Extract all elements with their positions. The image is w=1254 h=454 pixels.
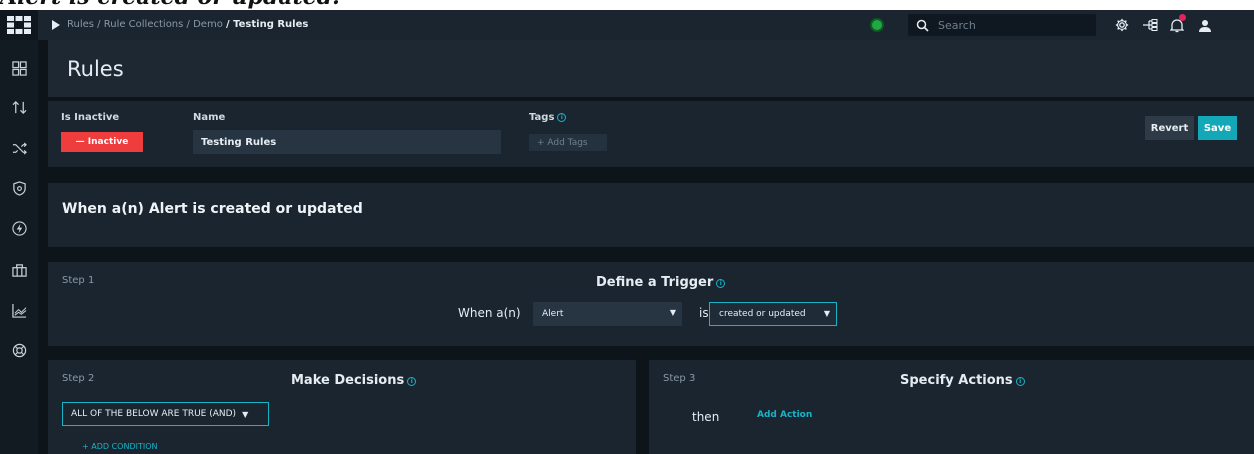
step3-label: Step 3 [663,373,696,384]
module-select[interactable]: Alert ▼ [533,302,682,326]
search-icon [916,17,929,36]
tags-label: Tags [529,112,555,123]
lifebuoy-icon[interactable] [11,342,27,358]
breadcrumb-demo[interactable]: Demo [193,19,223,30]
condition-logic-select[interactable]: ALL OF THE BELOW ARE TRUE (AND) ▼ [62,402,269,426]
trigger-summary-heading: When a(n) Alert is created or updated [62,201,363,217]
name-label: Name [193,112,226,123]
breadcrumb: Rules / Rule Collections / Demo / Testin… [67,19,309,30]
lightning-icon[interactable] [11,220,27,236]
specify-actions-heading-wrap: Specify Actions i [900,373,1025,388]
bell-icon[interactable] [1169,14,1186,33]
add-action-link[interactable]: Add Action [757,410,812,420]
fortinet-logo-icon [7,16,31,34]
sidebar-toggle-caret-icon[interactable] [48,17,64,33]
breadcrumb-rule-collections[interactable]: Rule Collections [104,19,184,30]
condition-logic-value: ALL OF THE BELOW ARE TRUE (AND) [71,409,237,419]
event-select[interactable]: created or updated ▼ [709,302,837,326]
save-button[interactable]: Save [1198,116,1237,140]
breadcrumb-current: Testing Rules [233,19,309,30]
search-box [908,14,1096,36]
rule-meta-panel: Is Inactive — Inactive Name Tagsi Revert… [48,101,1254,167]
user-icon[interactable] [1197,17,1213,33]
step3-actions-panel: Step 3 Specify Actions i then Add Action [649,360,1254,454]
chevron-down-icon: ▼ [242,409,249,419]
search-input[interactable] [938,17,1088,33]
briefcase-icon[interactable] [11,262,27,278]
info-icon[interactable]: i [407,377,417,386]
then-label: then [692,410,720,424]
make-decisions-heading: Make Decisions [291,373,405,388]
module-select-value: Alert [542,309,564,319]
specify-actions-heading: Specify Actions [900,373,1013,388]
breadcrumb-rules[interactable]: Rules [67,19,94,30]
define-trigger-heading-wrap: Define a Trigger i [596,275,726,290]
add-tags-input[interactable] [529,134,607,151]
event-select-value: created or updated [719,309,806,319]
app-window: Rules / Rule Collections / Demo / Testin… [0,10,1254,454]
info-icon[interactable]: i [557,113,567,122]
info-icon[interactable]: i [1015,377,1025,386]
chevron-down-icon: ▼ [669,308,676,317]
sort-icon[interactable] [11,99,27,115]
tags-label-wrap: Tags i [529,112,567,123]
step1-label: Step 1 [62,275,95,286]
step1-trigger-panel: Step 1 Define a Trigger i When a(n) Alert… [48,262,1254,346]
dashboard-icon[interactable] [11,60,27,76]
step2-label: Step 2 [62,373,95,384]
notification-badge [1179,14,1186,21]
inactive-toggle-button[interactable]: — Inactive [61,132,143,152]
step2-decisions-panel: Step 2 Make Decisions i ALL OF THE BELOW … [48,360,636,454]
add-condition-link[interactable]: + ADD CONDITION [82,442,158,451]
chevron-down-icon: ▼ [823,309,830,318]
page-header: Rules [48,40,1254,97]
chart-icon[interactable] [11,302,27,318]
shuffle-icon[interactable] [11,140,27,156]
flow-icon[interactable] [1142,17,1158,33]
is-label: is [699,306,709,320]
when-label: When a(n) [458,306,521,320]
trigger-summary-panel: When a(n) Alert is created or updated [48,183,1254,247]
top-bar: Rules / Rule Collections / Demo / Testin… [38,10,1254,40]
define-trigger-heading: Define a Trigger [596,275,714,290]
gear-icon[interactable] [1114,17,1130,33]
rule-name-field[interactable] [193,130,501,154]
sidebar [0,10,38,454]
revert-button[interactable]: Revert [1145,116,1194,140]
make-decisions-heading-wrap: Make Decisions i [291,373,417,388]
document-heading-strip: Alert is created or updated. [0,0,1254,10]
shield-icon[interactable] [11,180,27,196]
document-heading: Alert is created or updated. [0,0,340,10]
main-content: Rules Is Inactive — Inactive Name Tagsi … [38,40,1254,454]
info-icon[interactable]: i [716,279,726,288]
system-status-indicator[interactable] [870,18,884,32]
is-inactive-label: Is Inactive [61,112,120,123]
app-logo[interactable] [0,10,38,40]
page-title: Rules [67,57,124,81]
